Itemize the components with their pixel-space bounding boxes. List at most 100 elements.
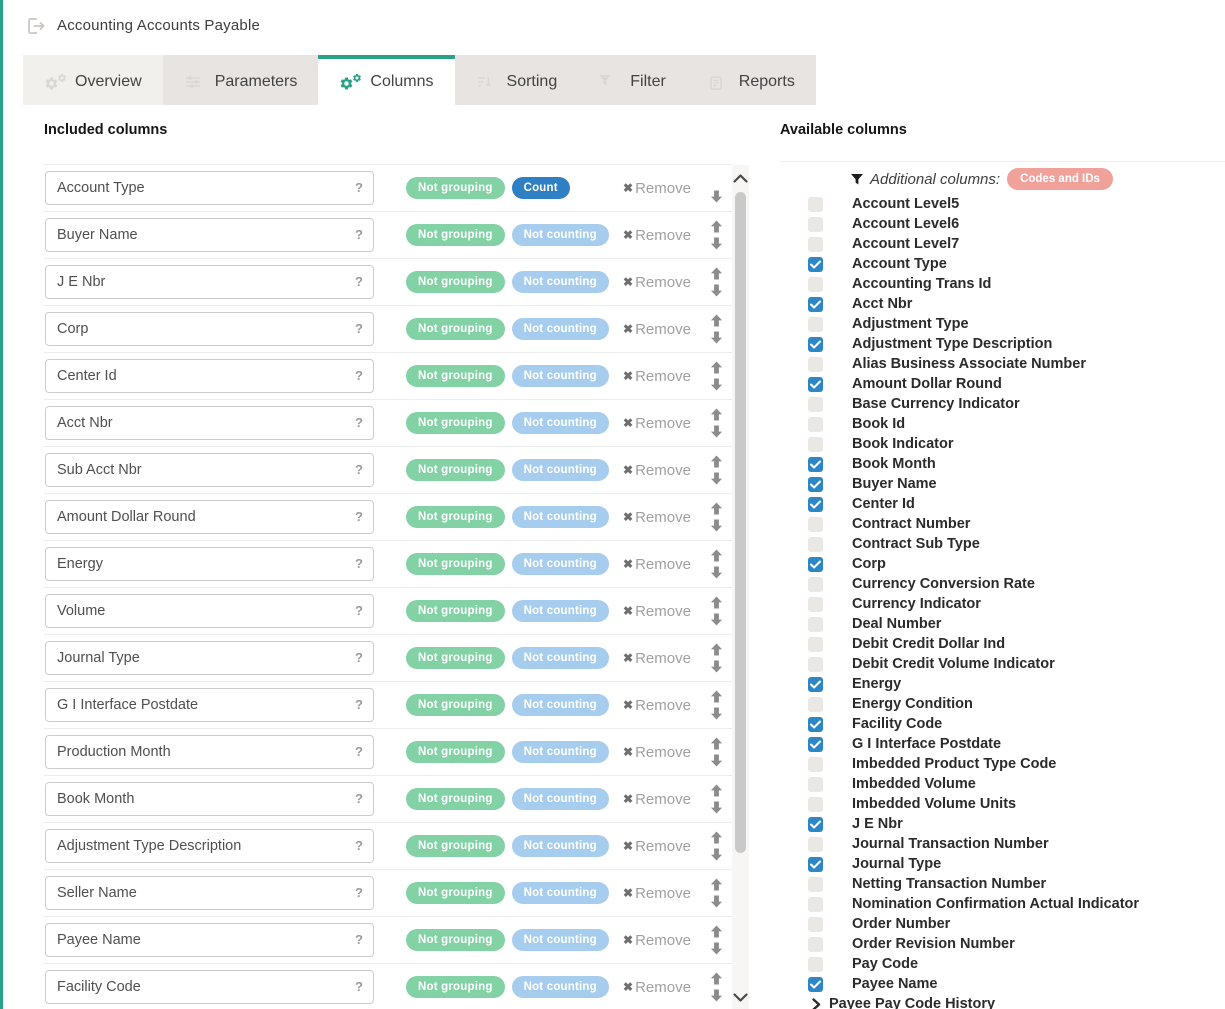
grouping-badge[interactable]: Not grouping — [406, 224, 505, 246]
available-column-item[interactable]: Currency Indicator — [780, 594, 1225, 614]
counting-badge[interactable]: Not counting — [512, 929, 609, 951]
available-column-item[interactable]: Energy Condition — [780, 694, 1225, 714]
remove-button[interactable]: ✖ Remove — [623, 932, 691, 949]
column-checkbox[interactable] — [808, 537, 823, 552]
column-name-input[interactable] — [45, 970, 374, 1004]
column-name-input[interactable] — [45, 547, 374, 581]
column-checkbox[interactable] — [808, 297, 823, 312]
move-up-button[interactable] — [710, 972, 723, 985]
help-icon[interactable]: ? — [355, 180, 363, 195]
grouping-badge[interactable]: Not grouping — [406, 741, 505, 763]
move-up-button[interactable] — [710, 784, 723, 797]
column-checkbox[interactable] — [808, 957, 823, 972]
remove-button[interactable]: ✖ Remove — [623, 415, 691, 432]
grouping-badge[interactable]: Not grouping — [406, 929, 505, 951]
available-column-item[interactable]: Amount Dollar Round — [780, 374, 1225, 394]
grouping-badge[interactable]: Not grouping — [406, 788, 505, 810]
remove-button[interactable]: ✖ Remove — [623, 180, 691, 197]
help-icon[interactable]: ? — [355, 321, 363, 336]
column-checkbox[interactable] — [808, 757, 823, 772]
available-column-item[interactable]: Nomination Confirmation Actual Indicator — [780, 894, 1225, 914]
counting-badge[interactable]: Not counting — [512, 412, 609, 434]
remove-button[interactable]: ✖ Remove — [623, 838, 691, 855]
remove-button[interactable]: ✖ Remove — [623, 368, 691, 385]
counting-badge[interactable]: Not counting — [512, 647, 609, 669]
column-checkbox[interactable] — [808, 337, 823, 352]
move-up-button[interactable] — [710, 267, 723, 280]
available-column-item[interactable]: Payee Name — [780, 974, 1225, 994]
grouping-badge[interactable]: Not grouping — [406, 976, 505, 998]
available-column-item[interactable]: Imbedded Volume Units — [780, 794, 1225, 814]
column-checkbox[interactable] — [808, 457, 823, 472]
available-column-item[interactable]: Account Level7 — [780, 234, 1225, 254]
tab-sorting[interactable]: Sorting — [455, 55, 579, 105]
tab-parameters[interactable]: Parameters — [163, 55, 319, 105]
column-checkbox[interactable] — [808, 857, 823, 872]
move-up-button[interactable] — [710, 220, 723, 233]
remove-button[interactable]: ✖ Remove — [623, 744, 691, 761]
column-checkbox[interactable] — [808, 677, 823, 692]
move-down-button[interactable] — [710, 472, 723, 485]
move-down-button[interactable] — [710, 989, 723, 1002]
column-checkbox[interactable] — [808, 877, 823, 892]
included-scrollbar[interactable] — [732, 165, 749, 1009]
help-icon[interactable]: ? — [355, 462, 363, 477]
column-name-input[interactable] — [45, 171, 374, 205]
available-column-item[interactable]: Order Revision Number — [780, 934, 1225, 954]
move-down-button[interactable] — [710, 942, 723, 955]
column-name-input[interactable] — [45, 359, 374, 393]
column-name-input[interactable] — [45, 218, 374, 252]
help-icon[interactable]: ? — [355, 603, 363, 618]
column-checkbox[interactable] — [808, 697, 823, 712]
move-up-button[interactable] — [710, 925, 723, 938]
counting-badge[interactable]: Not counting — [512, 741, 609, 763]
tab-reports[interactable]: Reports — [687, 55, 816, 105]
available-column-item[interactable]: Book Id — [780, 414, 1225, 434]
available-column-item[interactable]: Acct Nbr — [780, 294, 1225, 314]
column-name-input[interactable] — [45, 594, 374, 628]
help-icon[interactable]: ? — [355, 979, 363, 994]
help-icon[interactable]: ? — [355, 415, 363, 430]
remove-button[interactable]: ✖ Remove — [623, 321, 691, 338]
column-checkbox[interactable] — [808, 577, 823, 592]
available-column-item[interactable]: Center Id — [780, 494, 1225, 514]
codes-and-ids-badge[interactable]: Codes and IDs — [1007, 168, 1113, 190]
column-checkbox[interactable] — [808, 817, 823, 832]
help-icon[interactable]: ? — [355, 744, 363, 759]
column-checkbox[interactable] — [808, 417, 823, 432]
move-up-button[interactable] — [710, 314, 723, 327]
available-column-item[interactable]: Corp — [780, 554, 1225, 574]
column-name-input[interactable] — [45, 735, 374, 769]
remove-button[interactable]: ✖ Remove — [623, 556, 691, 573]
counting-badge[interactable]: Not counting — [512, 553, 609, 575]
available-column-item[interactable]: Debit Credit Dollar Ind — [780, 634, 1225, 654]
remove-button[interactable]: ✖ Remove — [623, 462, 691, 479]
grouping-badge[interactable]: Not grouping — [406, 506, 505, 528]
help-icon[interactable]: ? — [355, 650, 363, 665]
scroll-down-icon[interactable] — [733, 993, 748, 1002]
column-checkbox[interactable] — [808, 737, 823, 752]
column-name-input[interactable] — [45, 312, 374, 346]
help-icon[interactable]: ? — [355, 509, 363, 524]
move-down-button[interactable] — [710, 754, 723, 767]
move-up-button[interactable] — [710, 643, 723, 656]
column-checkbox[interactable] — [808, 397, 823, 412]
available-column-item[interactable]: Imbedded Product Type Code — [780, 754, 1225, 774]
counting-badge[interactable]: Not counting — [512, 788, 609, 810]
available-column-item[interactable]: Base Currency Indicator — [780, 394, 1225, 414]
counting-badge[interactable]: Not counting — [512, 365, 609, 387]
remove-button[interactable]: ✖ Remove — [623, 650, 691, 667]
column-checkbox[interactable] — [808, 977, 823, 992]
move-down-button[interactable] — [710, 519, 723, 532]
column-checkbox[interactable] — [808, 257, 823, 272]
column-name-input[interactable] — [45, 829, 374, 863]
column-name-input[interactable] — [45, 782, 374, 816]
column-checkbox[interactable] — [808, 217, 823, 232]
move-up-button[interactable] — [710, 878, 723, 891]
remove-button[interactable]: ✖ Remove — [623, 603, 691, 620]
move-up-button[interactable] — [710, 737, 723, 750]
available-column-item[interactable]: Alias Business Associate Number — [780, 354, 1225, 374]
remove-button[interactable]: ✖ Remove — [623, 509, 691, 526]
export-icon[interactable] — [27, 18, 45, 34]
available-column-item[interactable]: Facility Code — [780, 714, 1225, 734]
